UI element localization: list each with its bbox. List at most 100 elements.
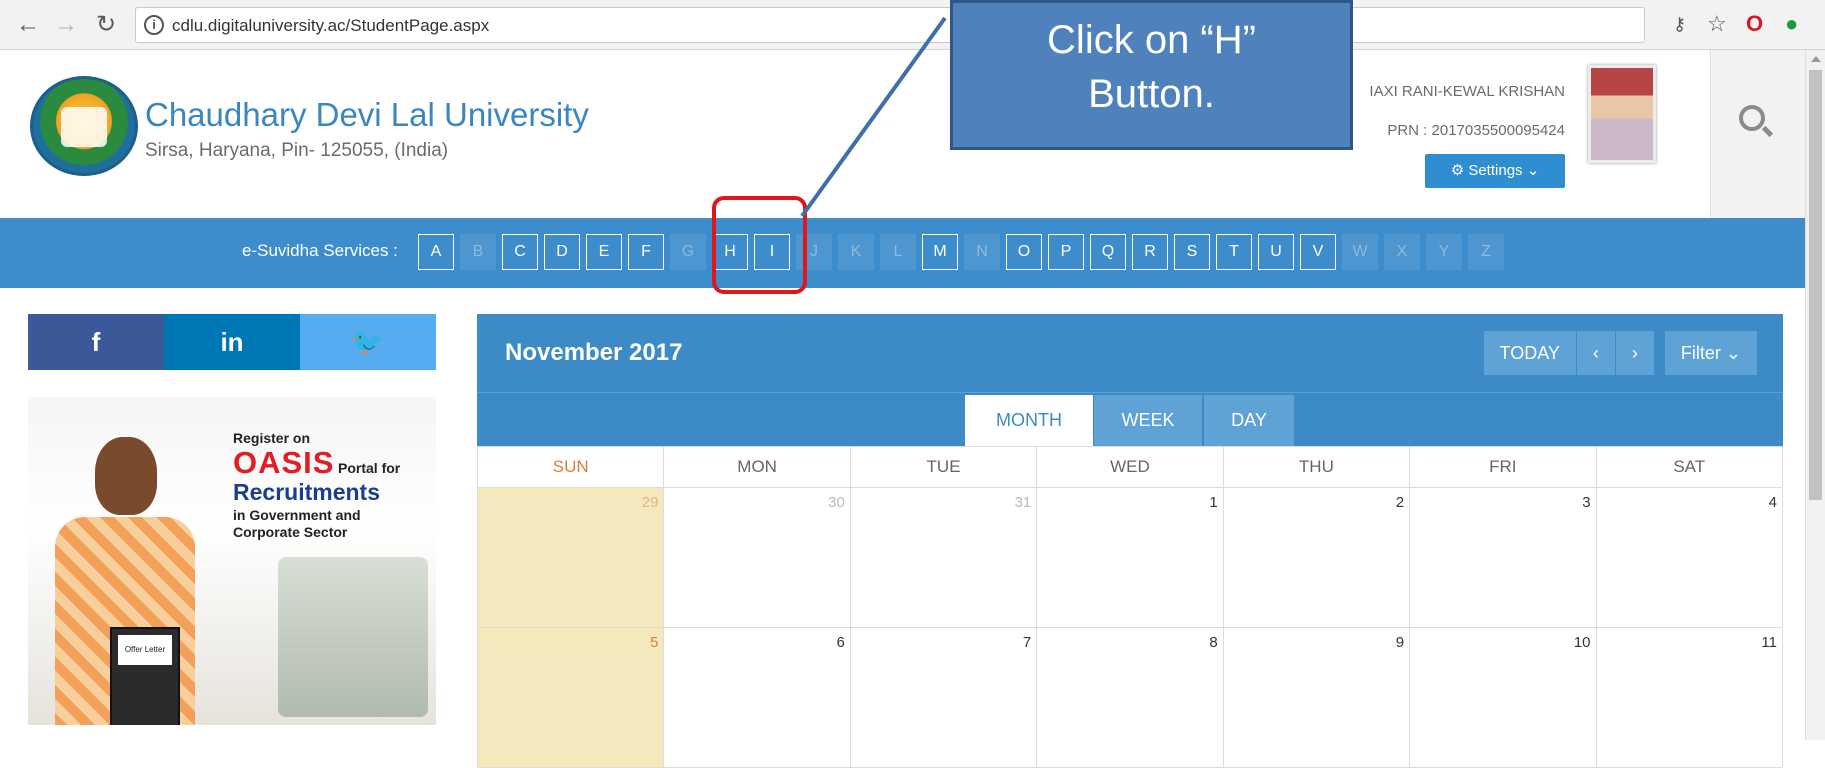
url-text: cdlu.digitaluniversity.ac/StudentPage.as… [172,16,490,35]
oasis-recruitment-banner[interactable]: Offer Letter Register on OASIS Portal fo… [28,397,436,725]
settings-button[interactable]: ⚙ Settings ⌄ [1425,154,1565,188]
day-header-thu: THU [1222,447,1409,487]
calendar-day-cell[interactable]: 30 [663,488,850,627]
day-number: 9 [1395,634,1405,651]
calendar-day-cell[interactable]: 3 [1409,488,1596,627]
browser-toolbar: ← → ↻ i cdlu.digitaluniversity.ac/Studen… [0,0,1825,50]
service-letter-u-button[interactable]: U [1258,234,1294,270]
today-button[interactable]: TODAY [1482,331,1576,375]
calendar-day-cell[interactable]: 29 [477,488,664,627]
day-number: 4 [1768,494,1777,511]
university-name[interactable]: Chaudhary Devi Lal University [145,96,589,134]
extension-icon[interactable]: ● [1785,10,1798,38]
service-letter-w-button: W [1342,234,1378,270]
prev-month-button[interactable]: ‹ [1575,331,1615,375]
service-letter-p-button[interactable]: P [1048,234,1084,270]
calendar-view-tabs: MONTH WEEK DAY [477,392,1783,447]
calendar-day-cell[interactable]: 9 [1222,628,1410,767]
back-arrow-icon[interactable]: ← [14,10,42,40]
service-letter-b-button: B [460,234,496,270]
tab-week[interactable]: WEEK [1094,395,1202,447]
calendar-day-cell[interactable]: 31 [849,488,1037,627]
calendar-day-cell[interactable]: 7 [849,628,1037,767]
user-name: IAXI RANI-KEWAL KRISHAN [1369,83,1565,100]
service-letter-t-button[interactable]: T [1216,234,1252,270]
ad-person-image: Offer Letter [50,437,200,725]
day-number: 7 [1022,634,1032,651]
service-letter-m-button[interactable]: M [922,234,958,270]
highlight-box [712,196,807,294]
address-bar[interactable]: i cdlu.digitaluniversity.ac/StudentPage.… [135,7,1645,43]
day-number: 2 [1395,494,1405,511]
info-icon[interactable]: i [144,15,164,35]
service-letter-v-button[interactable]: V [1300,234,1336,270]
calendar-day-cell[interactable]: 8 [1036,628,1223,767]
ad-sub-text: in Government and Corporate Sector [233,507,361,540]
service-letter-f-button[interactable]: F [628,234,664,270]
calendar-day-cell[interactable]: 1 [1036,488,1223,627]
service-letter-o-button[interactable]: O [1006,234,1042,270]
calendar-day-cell[interactable]: 2 [1222,488,1410,627]
filter-button[interactable]: Filter ⌄ [1663,331,1757,375]
tab-day[interactable]: DAY [1204,395,1294,447]
day-number: 10 [1573,634,1591,651]
calendar-week-row: 29 30 31 1 2 3 4 [477,488,1783,628]
next-month-button[interactable]: › [1614,331,1654,375]
calendar-header: November 2017 TODAY ‹ › Filter ⌄ [477,314,1783,392]
tab-month[interactable]: MONTH [965,395,1093,447]
calendar-day-cell[interactable]: 4 [1595,488,1783,627]
day-number: 31 [1014,494,1032,511]
university-address: Sirsa, Haryana, Pin- 125055, (India) [145,140,449,161]
linkedin-icon[interactable]: in [164,314,300,370]
star-icon[interactable]: ☆ [1707,10,1727,38]
calendar: November 2017 TODAY ‹ › Filter ⌄ MONTH W… [477,314,1783,768]
calendar-week-row: 5 6 7 8 9 10 11 [477,628,1783,768]
calendar-day-cell[interactable]: 5 [477,628,664,767]
instruction-callout: Click on “H” Button. [950,0,1353,150]
ad-oasis-text: OASIS [233,445,335,480]
service-letter-y-button: Y [1426,234,1462,270]
day-number: 1 [1209,494,1218,511]
key-icon[interactable]: ⚷ [1673,10,1686,38]
service-letter-c-button[interactable]: C [502,234,538,270]
user-prn: PRN : 2017035500095424 [1387,122,1565,139]
ad-background-image [278,557,428,717]
forward-arrow-icon[interactable]: → [52,10,80,40]
day-number: 6 [836,634,845,651]
twitter-icon[interactable]: 🐦 [300,314,436,370]
service-letter-q-button[interactable]: Q [1090,234,1126,270]
scroll-up-arrow-icon[interactable] [1811,56,1821,62]
service-letter-x-button: X [1384,234,1420,270]
facebook-icon[interactable]: f [28,314,164,370]
callout-line-2: Button. [1088,72,1215,116]
callout-line-1: Click on “H” [1047,18,1256,62]
university-logo [30,76,138,176]
calendar-day-cell[interactable]: 6 [663,628,850,767]
services-label: e-Suvidha Services : [242,241,398,260]
service-letter-s-button[interactable]: S [1174,234,1210,270]
reload-icon[interactable]: ↻ [92,10,120,40]
day-header-fri: FRI [1409,447,1595,487]
calendar-day-cell[interactable]: 10 [1409,628,1596,767]
day-number: 29 [641,494,659,511]
social-links: f in 🐦 [28,314,436,370]
calendar-day-cell[interactable]: 11 [1595,628,1783,767]
day-number: 5 [650,634,659,651]
ad-recruitments-text: Recruitments [233,479,380,505]
service-letter-a-button[interactable]: A [418,234,454,270]
service-letter-r-button[interactable]: R [1132,234,1168,270]
day-header-wed: WED [1036,447,1222,487]
service-letter-buttons: ABCDEFGHIJKLMNOPQRSTUVWXYZ [418,234,1504,270]
offer-letter-text: Offer Letter [118,635,172,665]
service-letter-e-button[interactable]: E [586,234,622,270]
opera-icon[interactable]: O [1746,10,1763,38]
scroll-thumb[interactable] [1809,70,1822,500]
ad-register-text: Register on [233,430,311,446]
search-panel[interactable] [1710,50,1805,218]
day-number: 30 [828,494,845,511]
service-letter-d-button[interactable]: D [544,234,580,270]
page-scrollbar[interactable] [1805,50,1825,740]
calendar-title: November 2017 [505,339,683,366]
day-number: 3 [1582,494,1591,511]
search-icon[interactable] [1739,105,1765,131]
